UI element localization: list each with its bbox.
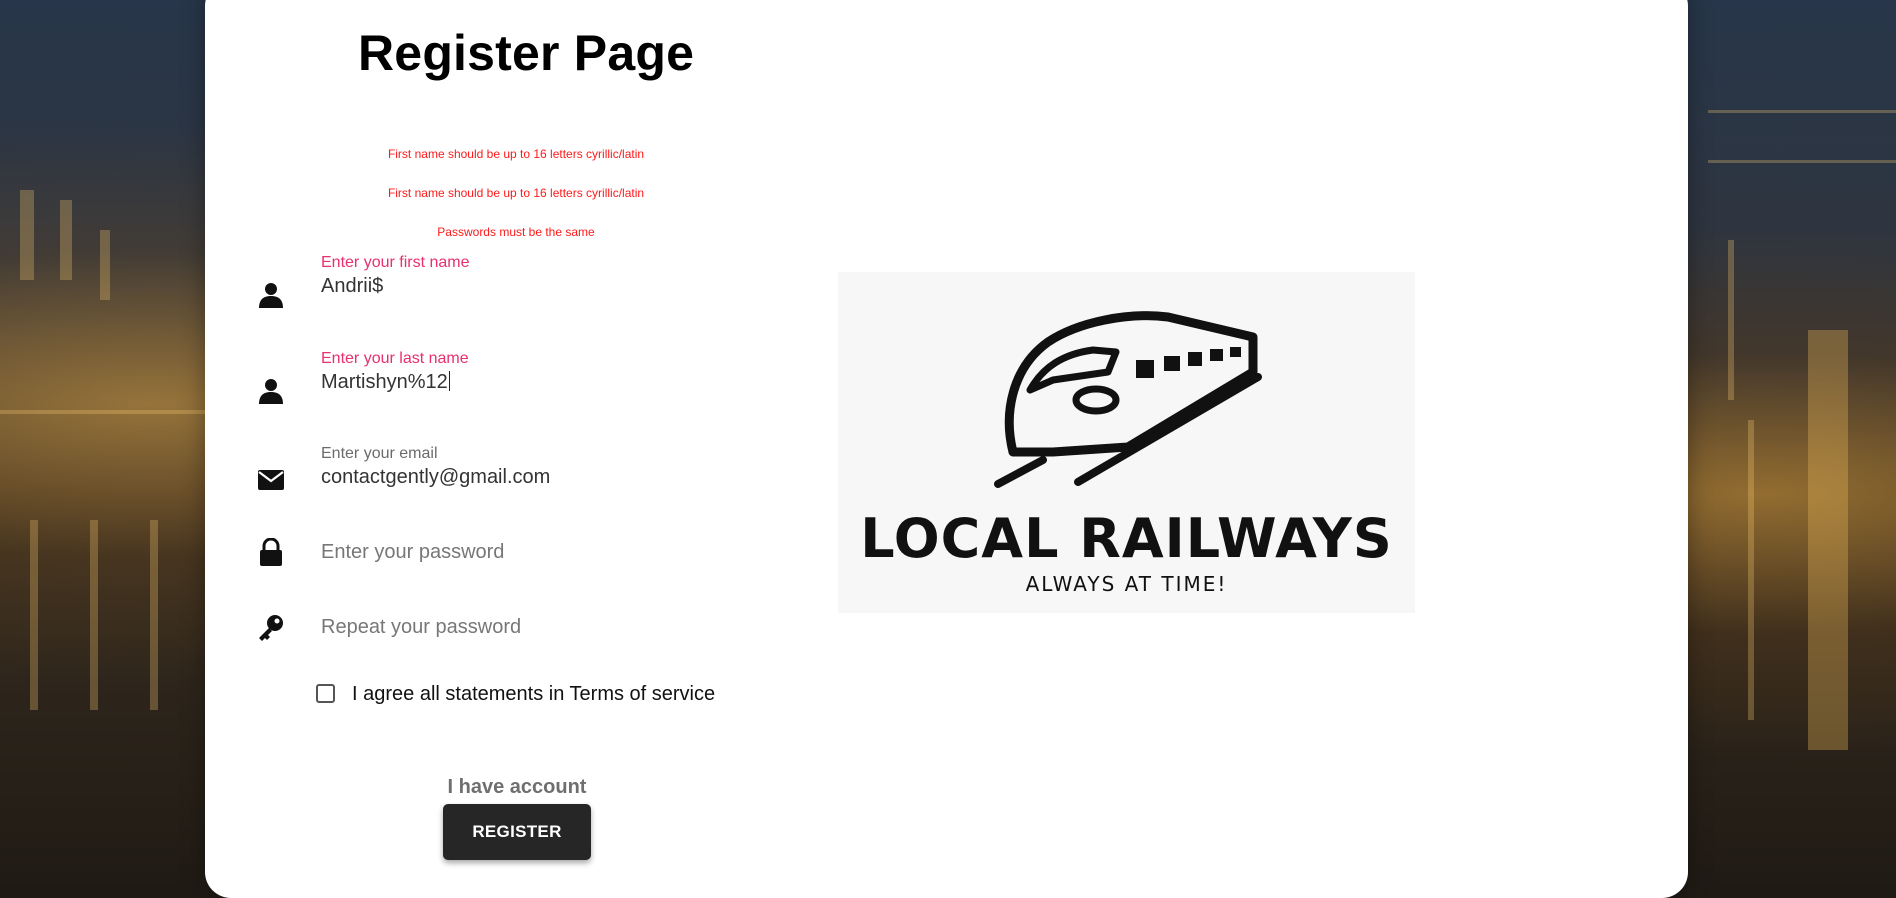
repeat-password-input[interactable] xyxy=(321,616,741,639)
email-input[interactable] xyxy=(321,466,741,489)
user-icon xyxy=(254,278,288,312)
password-mismatch-error: Passwords must be the same xyxy=(437,225,595,239)
repeat-password-field xyxy=(254,610,774,670)
local-railways-logo: LOCAL RAILWAYS ALWAYS AT TIME! xyxy=(838,272,1415,613)
last-name-error: First name should be up to 16 letters cy… xyxy=(387,186,645,200)
last-name-field: Enter your last name Martishyn%12 xyxy=(254,350,774,410)
logo-title: LOCAL RAILWAYS xyxy=(860,507,1393,570)
have-account-link[interactable]: I have account xyxy=(430,776,604,799)
password-field xyxy=(254,535,774,595)
page-title: Register Page xyxy=(358,25,695,81)
lock-icon xyxy=(254,535,288,569)
register-button[interactable]: REGISTER xyxy=(443,804,591,860)
envelope-icon xyxy=(254,463,288,497)
terms-label[interactable]: I agree all statements in Terms of servi… xyxy=(352,683,715,706)
last-name-label: Enter your last name xyxy=(321,350,469,367)
email-field: Enter your email xyxy=(254,445,774,505)
password-input[interactable] xyxy=(321,541,741,564)
first-name-error: First name should be up to 16 letters cy… xyxy=(387,147,645,161)
terms-checkbox[interactable] xyxy=(316,684,335,703)
first-name-field: Enter your first name xyxy=(254,254,774,314)
first-name-input[interactable] xyxy=(321,275,741,298)
text-cursor xyxy=(448,371,450,391)
last-name-input[interactable]: Martishyn%12 xyxy=(321,371,741,394)
background-left-station xyxy=(0,0,205,898)
email-label: Enter your email xyxy=(321,445,438,462)
key-icon xyxy=(254,610,288,644)
user-icon xyxy=(254,374,288,408)
last-name-value: Martishyn%12 xyxy=(321,371,448,393)
background-right-station xyxy=(1688,0,1896,898)
logo-subtitle: ALWAYS AT TIME! xyxy=(1025,572,1228,596)
first-name-label: Enter your first name xyxy=(321,254,470,271)
